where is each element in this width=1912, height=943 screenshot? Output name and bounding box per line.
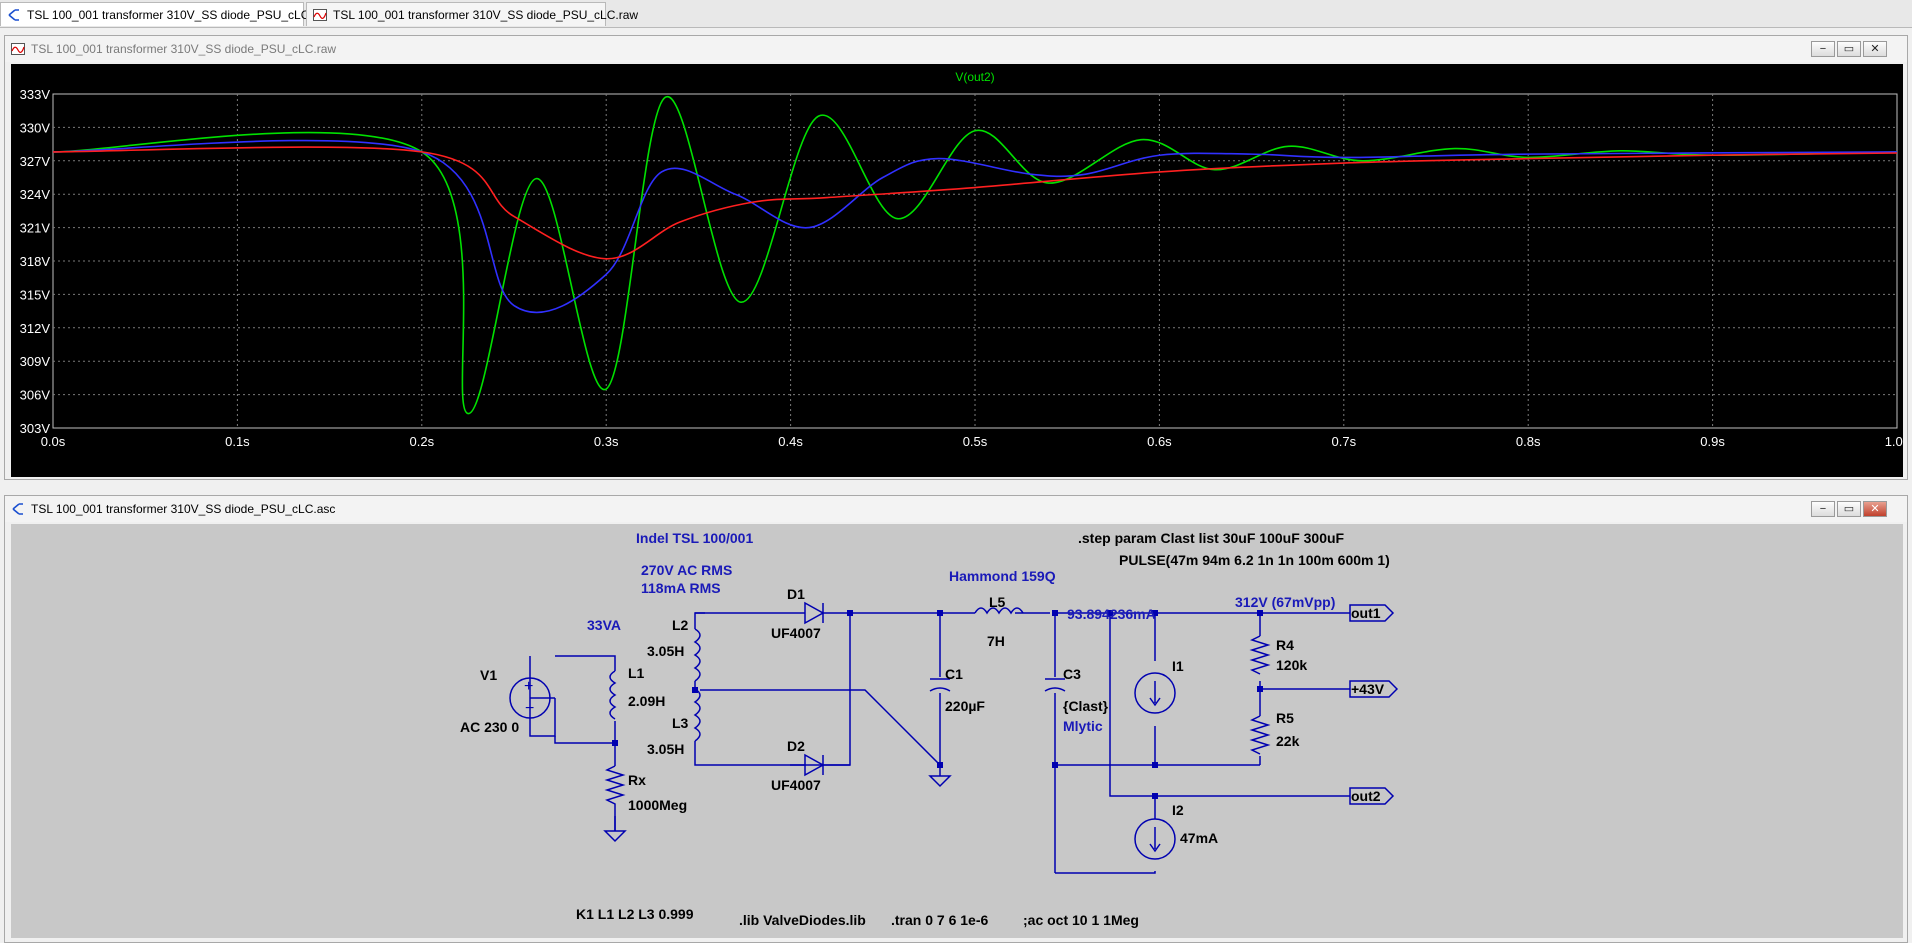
label-rx-value[interactable]: 1000Meg xyxy=(628,797,687,813)
x-tick-label: 0.0s xyxy=(41,434,66,449)
y-tick-label: 306V xyxy=(20,388,51,403)
y-tick-label: 312V xyxy=(20,321,51,336)
svg-text:−: − xyxy=(525,700,534,717)
minimize-button[interactable]: − xyxy=(1811,501,1835,517)
net-label-out2[interactable]: out2 xyxy=(1351,788,1381,804)
label-va[interactable]: 33VA xyxy=(587,617,621,633)
label-i2[interactable]: I2 xyxy=(1172,802,1184,818)
schematic-icon xyxy=(8,9,19,21)
label-d2[interactable]: D2 xyxy=(787,738,805,754)
label-l5[interactable]: L5 xyxy=(989,594,1006,610)
minimize-button[interactable]: − xyxy=(1811,41,1835,57)
label-c3[interactable]: C3 xyxy=(1063,666,1081,682)
y-tick-label: 327V xyxy=(20,154,51,169)
waveform-icon xyxy=(11,43,25,55)
y-tick-label: 333V xyxy=(20,87,51,102)
restore-button[interactable]: ▭ xyxy=(1837,501,1861,517)
label-r4-value[interactable]: 120k xyxy=(1276,657,1307,673)
label-v1[interactable]: V1 xyxy=(480,667,497,683)
restore-button[interactable]: ▭ xyxy=(1837,41,1861,57)
tab-schematic[interactable]: TSL 100_001 transformer 310V_SS diode_PS… xyxy=(0,2,331,26)
directive-step[interactable]: .step param Clast list 30uF 100uF 300uF xyxy=(1078,530,1345,546)
label-r5-value[interactable]: 22k xyxy=(1276,733,1300,749)
x-tick-label: 0.1s xyxy=(225,434,250,449)
document-tab-bar: TSL 100_001 transformer 310V_SS diode_PS… xyxy=(0,0,1912,28)
net-label-out1[interactable]: out1 xyxy=(1351,605,1381,621)
y-tick-label: 330V xyxy=(20,120,51,135)
directive-lib[interactable]: .lib ValveDiodes.lib xyxy=(739,912,866,928)
x-tick-label: 0.2s xyxy=(410,434,435,449)
label-ma-rms[interactable]: 118mA RMS xyxy=(641,580,721,596)
label-c1-value[interactable]: 220µF xyxy=(945,698,985,714)
label-current-measurement[interactable]: 93.894236mA xyxy=(1067,606,1156,622)
label-l5-value[interactable]: 7H xyxy=(987,633,1005,649)
plot-background xyxy=(11,64,1903,477)
close-button[interactable]: ✕ xyxy=(1863,41,1887,57)
label-r4[interactable]: R4 xyxy=(1276,637,1294,653)
label-l2-value[interactable]: 3.05H xyxy=(647,643,684,659)
label-ac-rms[interactable]: 270V AC RMS xyxy=(641,562,732,578)
waveform-icon xyxy=(313,9,327,21)
label-hammond[interactable]: Hammond 159Q xyxy=(949,568,1056,584)
schematic-icon xyxy=(12,503,23,515)
net-label-43v[interactable]: +43V xyxy=(1351,681,1385,697)
close-button[interactable]: ✕ xyxy=(1863,501,1887,517)
label-d1[interactable]: D1 xyxy=(787,586,805,602)
x-tick-label: 0.4s xyxy=(778,434,803,449)
label-voltage-measurement[interactable]: 312V (67mVpp) xyxy=(1235,594,1335,610)
x-tick-label: 0.6s xyxy=(1147,434,1172,449)
label-r5[interactable]: R5 xyxy=(1276,710,1294,726)
x-tick-label: 0.5s xyxy=(963,434,988,449)
label-l3-value[interactable]: 3.05H xyxy=(647,741,684,757)
directive-tran[interactable]: .tran 0 7 6 1e-6 xyxy=(891,912,988,928)
schematic-window: TSL 100_001 transformer 310V_SS diode_PS… xyxy=(4,495,1908,943)
label-d1-value[interactable]: UF4007 xyxy=(771,625,821,641)
y-tick-label: 303V xyxy=(20,421,51,436)
label-i2-value[interactable]: 47mA xyxy=(1180,830,1218,846)
directive-ac-comment[interactable]: ;ac oct 10 1 1Meg xyxy=(1023,912,1139,928)
tab-waveform[interactable]: TSL 100_001 transformer 310V_SS diode_PS… xyxy=(306,2,638,26)
trace-label-vout2[interactable]: V(out2) xyxy=(955,70,994,84)
schematic-window-title: TSL 100_001 transformer 310V_SS diode_PS… xyxy=(31,502,336,516)
label-c3-type[interactable]: Mlytic xyxy=(1063,718,1103,734)
svg-text:+: + xyxy=(524,678,533,695)
label-i1[interactable]: I1 xyxy=(1172,658,1184,674)
y-tick-label: 315V xyxy=(20,287,51,302)
label-l1-value[interactable]: 2.09H xyxy=(628,693,665,709)
x-tick-label: 1.0s xyxy=(1885,434,1903,449)
y-tick-label: 309V xyxy=(20,354,51,369)
directive-coupling[interactable]: K1 L1 L2 L3 0.999 xyxy=(576,906,694,922)
x-tick-label: 0.9s xyxy=(1700,434,1725,449)
x-tick-label: 0.8s xyxy=(1516,434,1541,449)
waveform-plot[interactable]: 0.0s 0.1s 0.2s 0.3s 0.4s 0.5s 0.6s 0.7s 0.8s 0.9s… xyxy=(11,64,1903,477)
directive-pulse[interactable]: PULSE(47m 94m 6.2 1n 1n 100m 600m 1) xyxy=(1119,552,1390,568)
x-tick-label: 0.7s xyxy=(1332,434,1357,449)
y-tick-label: 321V xyxy=(20,221,51,236)
schematic-canvas[interactable]: + − Indel TSL 100/001 270V AC RMS 118mA … xyxy=(11,524,1903,938)
waveform-titlebar: TSL 100_001 transformer 310V_SS diode_PS… xyxy=(5,36,1907,62)
schematic-background xyxy=(11,524,1903,938)
y-tick-label: 318V xyxy=(20,254,51,269)
label-c1[interactable]: C1 xyxy=(945,666,963,682)
waveform-window: TSL 100_001 transformer 310V_SS diode_PS… xyxy=(4,35,1908,480)
label-v1-value[interactable]: AC 230 0 xyxy=(460,719,519,735)
label-l2[interactable]: L2 xyxy=(672,617,689,633)
schematic-titlebar: TSL 100_001 transformer 310V_SS diode_PS… xyxy=(5,496,1907,522)
label-l3[interactable]: L3 xyxy=(672,715,689,731)
label-rx[interactable]: Rx xyxy=(628,772,646,788)
label-transformer-model[interactable]: Indel TSL 100/001 xyxy=(636,530,753,546)
x-tick-label: 0.3s xyxy=(594,434,619,449)
label-c3-value[interactable]: {Clast} xyxy=(1063,698,1109,714)
label-l1[interactable]: L1 xyxy=(628,665,645,681)
waveform-window-title: TSL 100_001 transformer 310V_SS diode_PS… xyxy=(31,42,337,56)
label-d2-value[interactable]: UF4007 xyxy=(771,777,821,793)
tab-schematic-label: TSL 100_001 transformer 310V_SS diode_PS… xyxy=(27,8,332,22)
y-tick-label: 324V xyxy=(20,187,51,202)
tab-waveform-label: TSL 100_001 transformer 310V_SS diode_PS… xyxy=(333,8,639,22)
